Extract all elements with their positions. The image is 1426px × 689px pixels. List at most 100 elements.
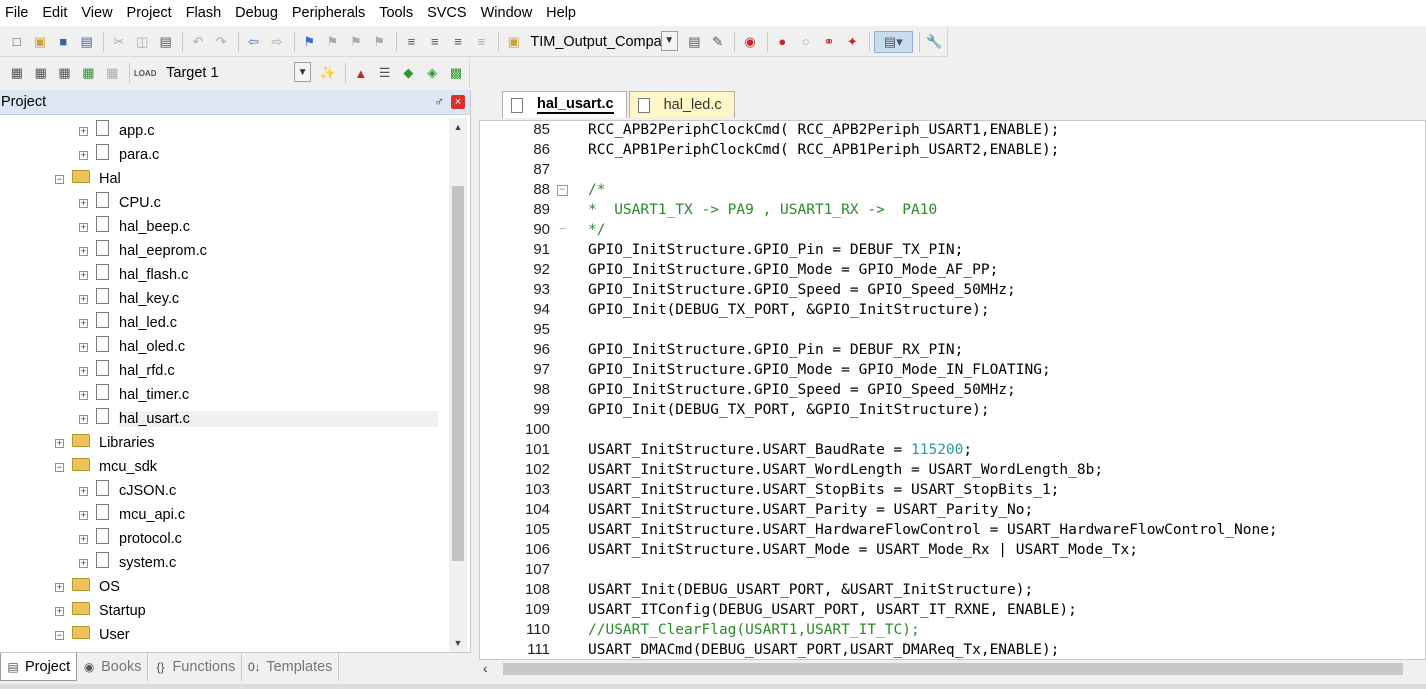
menu-tools[interactable]: Tools bbox=[372, 1, 420, 25]
tree-folder[interactable]: + OS bbox=[55, 575, 120, 599]
tree-file[interactable]: + CPU.c bbox=[79, 191, 161, 215]
kill-breakpoints-icon[interactable]: ✦ bbox=[842, 31, 863, 53]
save-icon[interactable]: ■ bbox=[53, 31, 74, 53]
batch-build-icon[interactable]: ▦ bbox=[77, 62, 99, 84]
expand-icon[interactable]: + bbox=[55, 582, 64, 592]
tree-file[interactable]: + hal_eeprom.c bbox=[79, 239, 207, 263]
collapse-icon[interactable]: − bbox=[55, 462, 64, 472]
tree-file[interactable]: + system.c bbox=[79, 551, 176, 575]
menu-project[interactable]: Project bbox=[120, 1, 179, 25]
menu-file[interactable]: File bbox=[0, 1, 35, 25]
tree-file[interactable]: + hal_led.c bbox=[79, 311, 177, 335]
prev-bookmark-icon[interactable]: ⚑ bbox=[322, 31, 343, 53]
build-target-combo[interactable]: Target 1 ▼ bbox=[162, 62, 312, 84]
indent-icon[interactable]: ≡ bbox=[401, 31, 422, 53]
collapse-icon[interactable]: − bbox=[55, 174, 64, 184]
tree-file[interactable]: + protocol.c bbox=[79, 527, 182, 551]
find-icon[interactable]: ▤ bbox=[684, 31, 705, 53]
tree-file[interactable]: + hal_beep.c bbox=[79, 215, 190, 239]
cut-icon[interactable]: ✂ bbox=[108, 31, 129, 53]
redo-icon[interactable]: ↷ bbox=[211, 31, 232, 53]
chevron-down-icon[interactable]: ▼ bbox=[294, 62, 312, 82]
tab-functions[interactable]: {} Functions bbox=[148, 653, 243, 681]
expand-icon[interactable]: + bbox=[79, 270, 88, 280]
scroll-thumb[interactable] bbox=[452, 186, 464, 561]
translate-icon[interactable]: ▦ bbox=[6, 62, 28, 84]
window-layout-icon[interactable]: ▤▾ bbox=[873, 30, 913, 53]
tree-folder[interactable]: − mcu_sdk bbox=[55, 455, 157, 479]
tree-folder[interactable]: + Libraries bbox=[55, 431, 155, 455]
tab-project[interactable]: ▤ Project bbox=[0, 653, 78, 681]
menu-peripherals[interactable]: Peripherals bbox=[285, 1, 372, 25]
build-icon[interactable]: ▦ bbox=[30, 62, 52, 84]
select-packs-icon[interactable]: ◆ bbox=[398, 62, 420, 84]
tree-scrollbar[interactable]: ▲ ▼ bbox=[449, 118, 467, 652]
expand-icon[interactable]: + bbox=[79, 126, 88, 136]
fold-collapse-icon[interactable]: − bbox=[557, 185, 568, 196]
tree-file[interactable]: + hal_timer.c bbox=[79, 383, 189, 407]
close-icon[interactable]: × bbox=[451, 95, 465, 109]
manage-rte-icon[interactable]: ◈ bbox=[421, 62, 443, 84]
manage-project-items-icon[interactable]: ▲ bbox=[350, 62, 372, 84]
expand-icon[interactable]: + bbox=[79, 222, 88, 232]
breakpoint-icon[interactable]: ● bbox=[772, 31, 793, 53]
find-in-files-icon[interactable]: ▣ bbox=[503, 31, 524, 53]
expand-icon[interactable]: + bbox=[79, 318, 88, 328]
menu-flash[interactable]: Flash bbox=[179, 1, 228, 25]
open-folder-icon[interactable]: ▣ bbox=[29, 31, 50, 53]
editor-tab[interactable]: hal_led.c bbox=[628, 91, 735, 118]
pin-icon[interactable]: ♂ bbox=[434, 94, 444, 109]
menu-svcs[interactable]: SVCS bbox=[420, 1, 474, 25]
rebuild-icon[interactable]: ▦ bbox=[54, 62, 76, 84]
tree-file[interactable]: + hal_rfd.c bbox=[79, 359, 175, 383]
expand-icon[interactable]: + bbox=[79, 366, 88, 376]
expand-icon[interactable]: + bbox=[79, 414, 88, 424]
code-editor[interactable]: 85 RCC_APB2PeriphClockCmd( RCC_APB2Periph… bbox=[479, 120, 1426, 660]
expand-icon[interactable]: + bbox=[79, 558, 88, 568]
next-bookmark-icon[interactable]: ⚑ bbox=[345, 31, 366, 53]
expand-icon[interactable]: + bbox=[79, 150, 88, 160]
uncomment-icon[interactable]: ≡ bbox=[471, 31, 492, 53]
tree-file[interactable]: + cJSON.c bbox=[79, 479, 176, 503]
menu-view[interactable]: View bbox=[74, 1, 119, 25]
editor-tab[interactable]: hal_usart.c bbox=[502, 91, 627, 118]
tree-file[interactable]: + hal_oled.c bbox=[79, 335, 185, 359]
nav-back-icon[interactable]: ⇦ bbox=[243, 31, 264, 53]
download-icon[interactable]: LOAD bbox=[134, 62, 157, 84]
target-combo[interactable]: TIM_Output_Compa ▼ bbox=[526, 30, 678, 53]
menu-debug[interactable]: Debug bbox=[228, 1, 285, 25]
clear-bookmarks-icon[interactable]: ⚑ bbox=[368, 31, 389, 53]
incremental-find-icon[interactable]: ✎ bbox=[707, 31, 728, 53]
horizontal-scroll-thumb[interactable] bbox=[503, 663, 1403, 675]
menu-window[interactable]: Window bbox=[474, 1, 540, 25]
menu-edit[interactable]: Edit bbox=[35, 1, 74, 25]
debug-session-icon[interactable]: ◉ bbox=[739, 31, 760, 53]
horizontal-scrollbar[interactable]: ‹ bbox=[479, 660, 1426, 678]
configure-icon[interactable]: 🔧 bbox=[924, 31, 945, 53]
scroll-up-icon[interactable]: ▲ bbox=[449, 118, 467, 136]
undo-icon[interactable]: ↶ bbox=[187, 31, 208, 53]
expand-icon[interactable]: + bbox=[55, 606, 64, 616]
unindent-icon[interactable]: ≡ bbox=[424, 31, 445, 53]
expand-icon[interactable]: + bbox=[55, 438, 64, 448]
expand-icon[interactable]: + bbox=[79, 294, 88, 304]
scroll-left-icon[interactable]: ‹ bbox=[483, 660, 488, 676]
collapse-icon[interactable]: − bbox=[55, 630, 64, 640]
comment-icon[interactable]: ≡ bbox=[447, 31, 468, 53]
copy-icon[interactable]: ◫ bbox=[132, 31, 153, 53]
options-for-target-icon[interactable]: ✨ bbox=[317, 62, 339, 84]
expand-icon[interactable]: + bbox=[79, 510, 88, 520]
tree-file[interactable]: + hal_key.c bbox=[79, 287, 179, 311]
pack-installer-icon[interactable]: ▩ bbox=[445, 62, 467, 84]
expand-icon[interactable]: + bbox=[79, 198, 88, 208]
new-file-icon[interactable]: □ bbox=[6, 31, 27, 53]
tree-file[interactable]: + para.c bbox=[79, 143, 159, 167]
tab-books[interactable]: ◉ Books bbox=[77, 653, 149, 681]
tree-folder[interactable]: − User bbox=[55, 623, 130, 647]
tree-folder[interactable]: + Startup bbox=[55, 599, 146, 623]
tree-folder[interactable]: − Hal bbox=[55, 167, 121, 191]
paste-icon[interactable]: ▤ bbox=[155, 31, 176, 53]
expand-icon[interactable]: + bbox=[79, 246, 88, 256]
disable-breakpoint-icon[interactable]: ○ bbox=[795, 31, 816, 53]
tree-file[interactable]: + hal_flash.c bbox=[79, 263, 188, 287]
